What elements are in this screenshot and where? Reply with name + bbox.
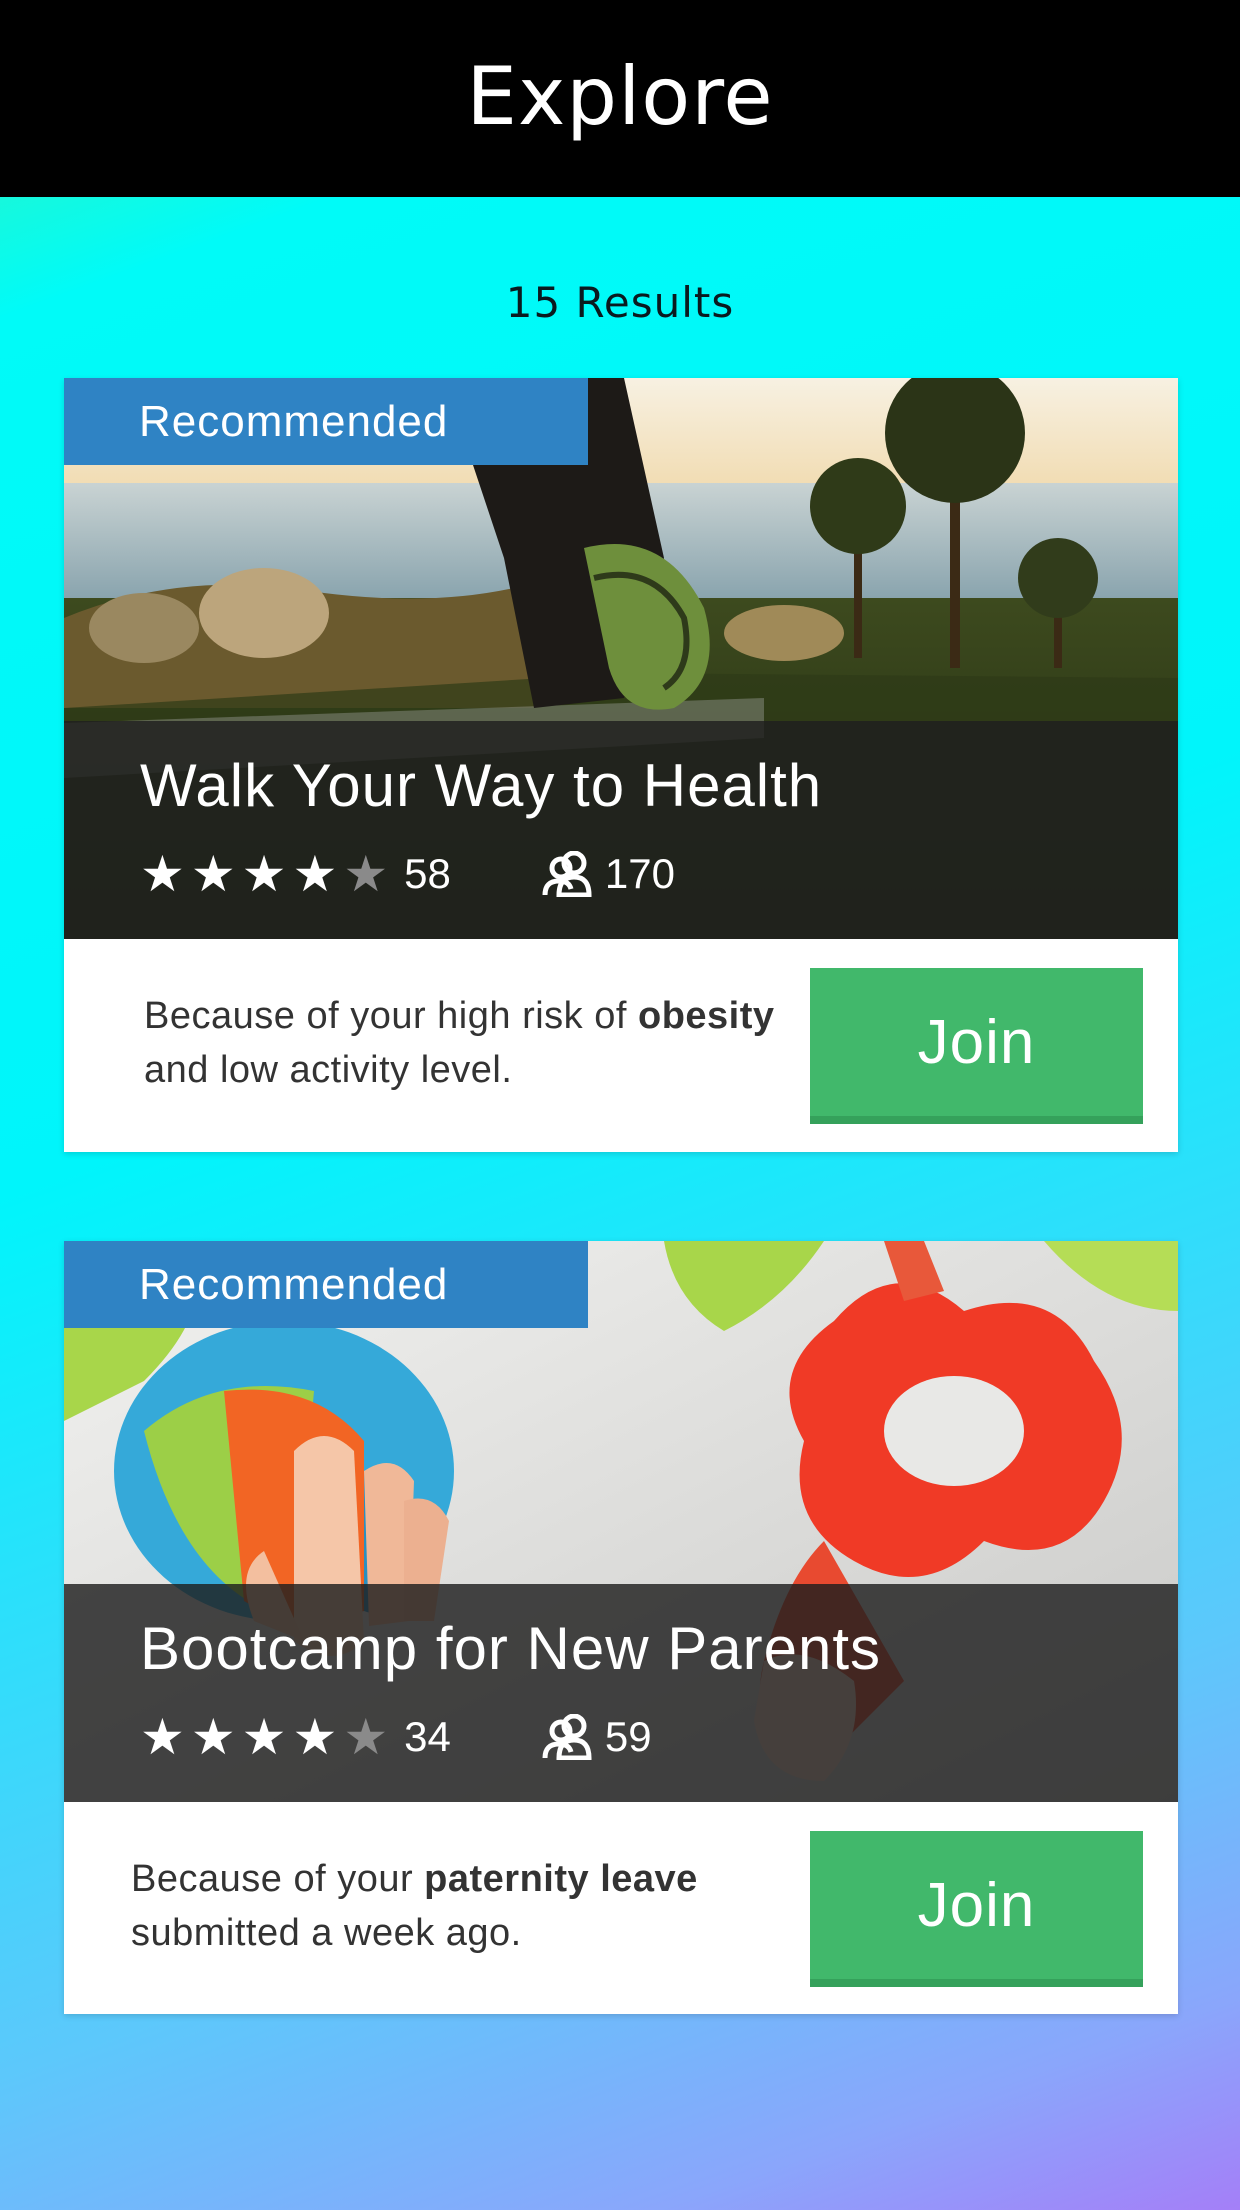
card-hero[interactable]: Recommended Bootcamp for New Parents ★ ★… [64,1241,1178,1802]
star-icon: ★ [190,846,236,902]
star-rating: ★ ★ ★ ★ ★ [140,1712,394,1762]
star-icon: ★ [292,846,338,902]
star-rating: ★ ★ ★ ★ ★ [140,849,394,899]
card-title-overlay: Walk Your Way to Health ★ ★ ★ ★ ★ 58 170 [64,721,1178,939]
card-meta: ★ ★ ★ ★ ★ 58 170 [140,849,675,899]
card-meta: ★ ★ ★ ★ ★ 34 59 [140,1712,652,1762]
star-icon: ★ [140,1709,185,1765]
star-icon: ★ [241,846,287,902]
star-icon: ★ [190,1709,236,1765]
reason-highlight: obesity [637,995,775,1037]
card-title-overlay: Bootcamp for New Parents ★ ★ ★ ★ ★ 34 59 [64,1584,1178,1802]
star-empty-icon: ★ [343,846,389,902]
program-card[interactable]: Recommended Bootcamp for New Parents ★ ★… [64,1241,1178,2014]
star-empty-icon: ★ [343,1709,389,1765]
rating-count: 58 [404,850,451,897]
card-footer: Because of your high risk of obesity and… [64,939,1178,1152]
card-title: Walk Your Way to Health [140,752,823,819]
recommendation-reason: Because of your high risk of obesity and… [144,989,784,1097]
star-icon: ★ [140,846,185,902]
rating-count: 34 [404,1713,451,1760]
reason-text: submitted a week ago. [131,1912,522,1954]
people-icon [542,1714,592,1760]
reason-text: Because of your high risk of [144,995,638,1037]
members-count: 170 [604,850,675,897]
recommended-badge: Recommended [64,1241,588,1328]
card-footer: Because of your paternity leave submitte… [64,1802,1178,2015]
members-count-group: 59 [541,1713,652,1761]
reason-text: and low activity level. [144,1049,513,1091]
people-icon [542,851,592,897]
recommendation-reason: Because of your paternity leave submitte… [131,1852,811,1960]
reason-highlight: paternity leave [424,1858,698,1900]
reason-text: Because of your [131,1858,425,1900]
program-card[interactable]: Recommended Walk Your Way to Health ★ ★ … [64,378,1178,1152]
app-header: Explore [0,0,1240,197]
page-title: Explore [466,50,774,143]
join-button[interactable]: Join [810,1831,1143,1987]
results-count: 15 Results [505,278,735,327]
card-hero[interactable]: Recommended Walk Your Way to Health ★ ★ … [64,378,1178,939]
join-button[interactable]: Join [810,968,1143,1124]
recommended-badge: Recommended [64,378,588,465]
members-count: 59 [604,1713,652,1760]
star-icon: ★ [292,1709,338,1765]
card-title: Bootcamp for New Parents [140,1615,881,1682]
star-icon: ★ [241,1709,287,1765]
members-count-group: 170 [541,850,675,898]
